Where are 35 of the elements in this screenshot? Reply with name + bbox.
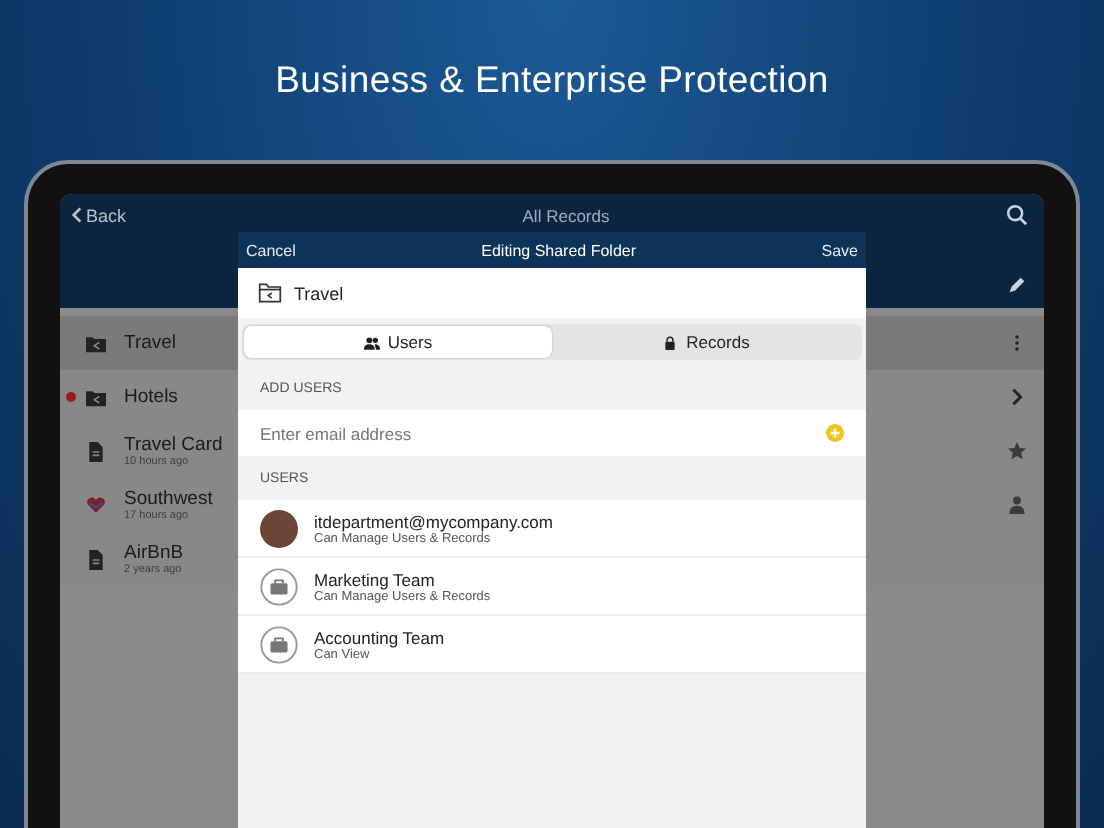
record-name: AirBnB (124, 542, 184, 564)
person-icon[interactable] (1007, 496, 1025, 514)
document-icon (86, 549, 106, 569)
document-icon (86, 441, 106, 461)
record-name: Hotels (124, 386, 178, 408)
chevron-left-icon[interactable] (72, 206, 82, 224)
tab[interactable]: Users (244, 326, 552, 358)
save-button[interactable]: Save (821, 241, 858, 259)
briefcase-icon (260, 625, 298, 663)
briefcase-icon (260, 567, 298, 605)
users-icon (363, 335, 380, 349)
search-icon[interactable] (1005, 204, 1028, 226)
record-name: Southwest (124, 488, 213, 510)
folder-icon (258, 282, 282, 304)
headline: Business & Enterprise Protection (273, 58, 831, 102)
record-name: Travel Card (124, 434, 223, 456)
tab[interactable]: Records (552, 326, 860, 358)
user-name: itdepartment@mycompany.com (314, 511, 553, 531)
shared-folder-icon (86, 333, 106, 353)
user-name: Accounting Team (314, 627, 445, 647)
avatar-image (260, 509, 298, 547)
heart-logo-icon (86, 495, 106, 515)
back-button[interactable]: Back (72, 205, 127, 225)
lock-icon (662, 335, 679, 349)
shared-folder-icon (86, 387, 106, 407)
dialog-title: Editing Shared Folder (481, 241, 637, 259)
folder-name: Travel (294, 283, 344, 303)
star-icon[interactable] (1007, 442, 1025, 460)
cancel-button[interactable]: Cancel (246, 241, 296, 259)
user-name: Marketing Team (314, 569, 437, 589)
record-name: Travel (124, 332, 177, 354)
pencil-icon[interactable] (1006, 274, 1028, 296)
navigation-title: All Records (522, 205, 610, 225)
chevron-icon[interactable] (1007, 388, 1025, 406)
email-input-field[interactable]: Enter email address (238, 410, 866, 456)
